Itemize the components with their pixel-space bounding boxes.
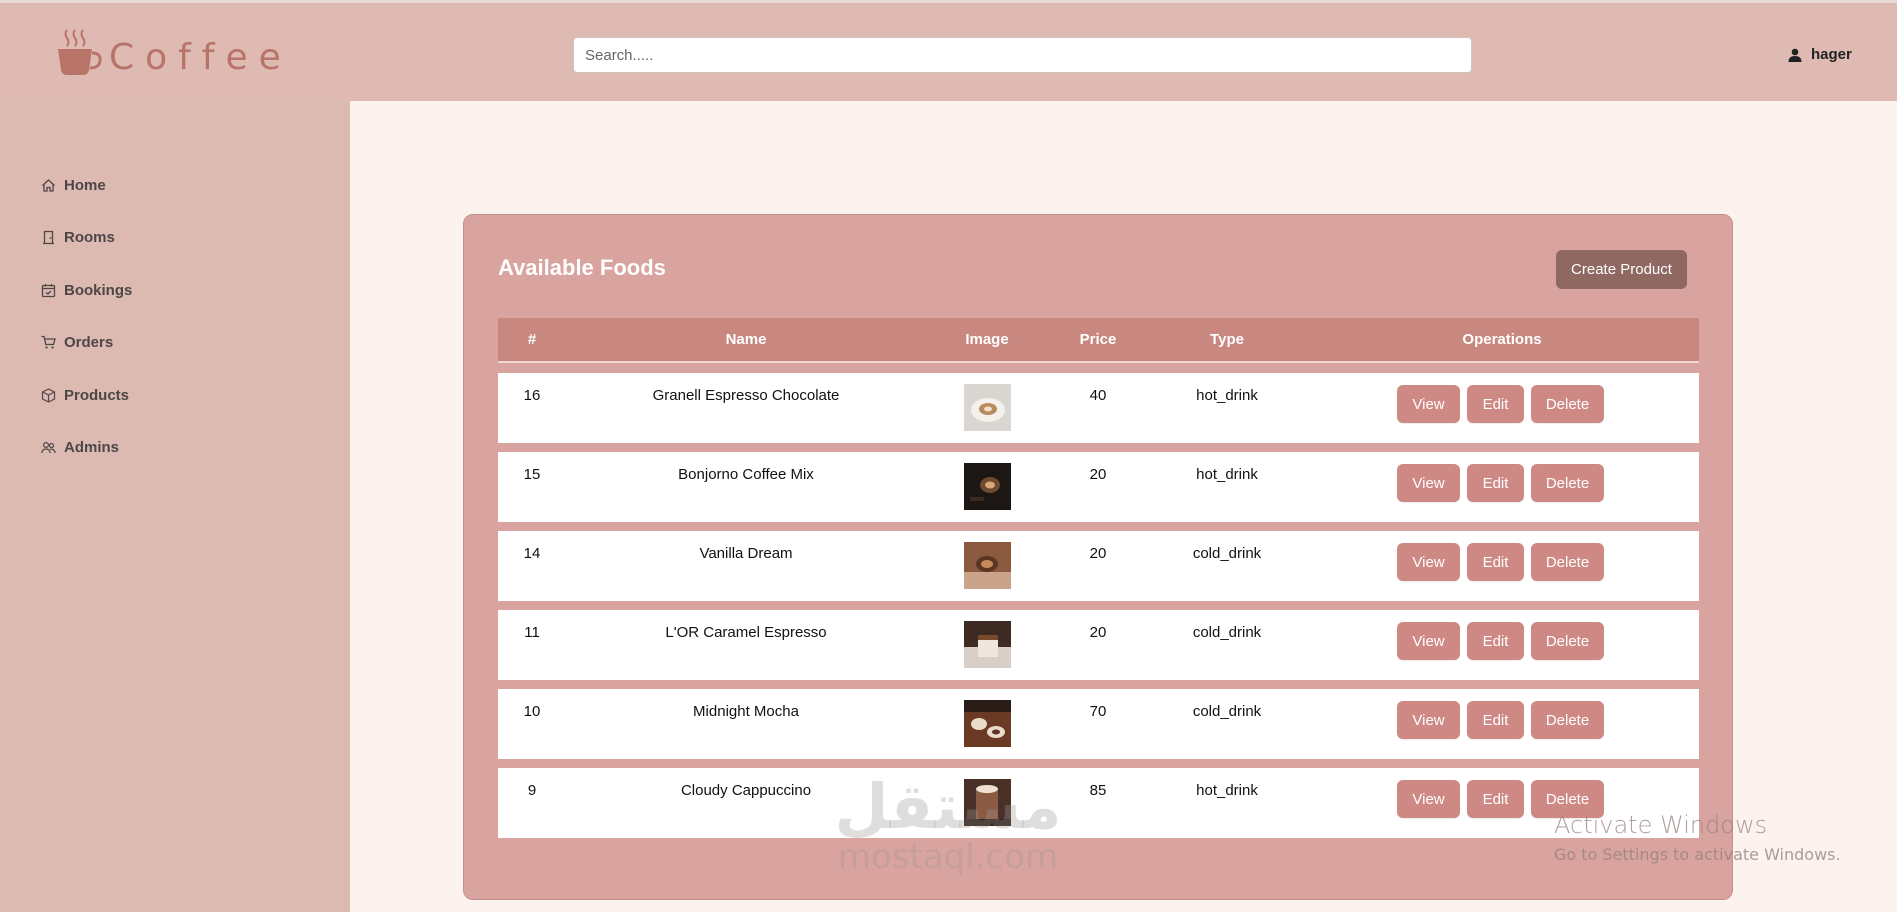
row-type: cold_drink xyxy=(1192,624,1262,641)
sidebar-item-label: Admins xyxy=(64,439,120,456)
caramel-dessert-photo xyxy=(964,621,1011,668)
row-type: hot_drink xyxy=(1196,782,1258,799)
table-row: 9 Cloudy Cappuccino View Edit Delete 85 … xyxy=(498,768,1699,838)
sidebar-item-label: Rooms xyxy=(64,229,115,246)
top-bar: Coffee hager xyxy=(0,0,1897,101)
espresso-dark-photo xyxy=(964,463,1011,510)
sidebar-item-bookings[interactable]: Bookings xyxy=(41,282,132,299)
edit-button[interactable]: Edit xyxy=(1467,780,1524,818)
table-header: # Name Image Price Type Operations xyxy=(498,318,1699,363)
sidebar-item-label: Products xyxy=(64,387,130,404)
door-icon xyxy=(43,230,54,245)
users-icon xyxy=(41,441,56,454)
row-id: 15 xyxy=(523,466,541,483)
available-foods-panel: Available Foods Create Product # Name Im… xyxy=(463,214,1733,900)
row-price: 70 xyxy=(1089,703,1107,720)
user-menu[interactable]: hager xyxy=(1788,46,1852,63)
table-row: 15 Bonjorno Coffee Mix View Edit Delete … xyxy=(498,452,1699,522)
latte-art-cup-photo xyxy=(964,384,1011,431)
sidebar-item-rooms[interactable]: Rooms xyxy=(41,229,115,246)
row-id: 9 xyxy=(527,782,537,799)
row-type: cold_drink xyxy=(1192,703,1262,720)
table-row: 11 L'OR Caramel Espresso View Edit Delet… xyxy=(498,610,1699,680)
view-button[interactable]: View xyxy=(1397,385,1460,423)
edit-button[interactable]: Edit xyxy=(1467,464,1524,502)
row-price: 20 xyxy=(1089,624,1107,641)
row-price: 85 xyxy=(1089,782,1107,799)
view-button[interactable]: View xyxy=(1397,464,1460,502)
row-name: Cloudy Cappuccino xyxy=(680,782,812,799)
row-price: 20 xyxy=(1089,466,1107,483)
column-header-operations: Operations xyxy=(1462,331,1542,348)
coffee-wood-photo xyxy=(964,542,1011,589)
sidebar-item-products[interactable]: Products xyxy=(41,387,129,404)
create-product-button[interactable]: Create Product xyxy=(1556,250,1687,289)
mocha-table-photo xyxy=(964,700,1011,747)
sidebar-item-label: Home xyxy=(64,177,106,194)
edit-button[interactable]: Edit xyxy=(1467,622,1524,660)
coffee-cup-icon xyxy=(58,28,102,75)
edit-button[interactable]: Edit xyxy=(1467,543,1524,581)
column-header-id: # xyxy=(527,331,537,348)
row-id: 11 xyxy=(524,624,540,641)
column-header-name: Name xyxy=(725,331,767,348)
box-icon xyxy=(41,388,56,403)
row-name: L'OR Caramel Espresso xyxy=(665,624,827,641)
table-row: 14 Vanilla Dream View Edit Delete 20 col… xyxy=(498,531,1699,601)
delete-button[interactable]: Delete xyxy=(1531,385,1604,423)
table-row: 16 Granell Espresso Chocolate View Edit … xyxy=(498,373,1699,443)
view-button[interactable]: View xyxy=(1397,780,1460,818)
delete-button[interactable]: Delete xyxy=(1531,701,1604,739)
row-price: 20 xyxy=(1089,545,1107,562)
user-icon xyxy=(1788,48,1802,62)
cappuccino-photo xyxy=(964,779,1011,826)
row-type: cold_drink xyxy=(1192,545,1262,562)
sidebar-item-label: Orders xyxy=(64,334,114,351)
sidebar-item-admins[interactable]: Admins xyxy=(41,439,119,456)
row-id: 14 xyxy=(523,545,541,562)
edit-button[interactable]: Edit xyxy=(1467,701,1524,739)
table-row: 10 Midnight Mocha View Edit Delete 70 co… xyxy=(498,689,1699,759)
sidebar-item-home[interactable]: Home xyxy=(41,177,106,194)
sidebar: Home Rooms Bookings Orders Products Admi… xyxy=(0,101,350,912)
search-input[interactable] xyxy=(573,37,1472,73)
view-button[interactable]: View xyxy=(1397,543,1460,581)
sidebar-item-label: Bookings xyxy=(64,282,133,299)
sidebar-item-orders[interactable]: Orders xyxy=(41,334,113,351)
delete-button[interactable]: Delete xyxy=(1531,780,1604,818)
row-name: Bonjorno Coffee Mix xyxy=(678,466,814,483)
user-name: hager xyxy=(1811,46,1852,63)
brand-logo[interactable]: Coffee xyxy=(55,25,292,78)
row-price: 40 xyxy=(1089,387,1107,404)
row-id: 10 xyxy=(523,703,541,720)
row-name: Vanilla Dream xyxy=(699,545,793,562)
edit-button[interactable]: Edit xyxy=(1467,385,1524,423)
delete-button[interactable]: Delete xyxy=(1531,622,1604,660)
column-header-price: Price xyxy=(1079,331,1117,348)
home-icon xyxy=(42,179,55,192)
cart-icon xyxy=(41,335,56,349)
calendar-check-icon xyxy=(41,284,56,298)
row-id: 16 xyxy=(523,387,541,404)
row-type: hot_drink xyxy=(1196,387,1258,404)
row-name: Midnight Mocha xyxy=(693,703,799,720)
delete-button[interactable]: Delete xyxy=(1531,464,1604,502)
view-button[interactable]: View xyxy=(1397,701,1460,739)
column-header-image: Image xyxy=(965,331,1009,348)
column-header-type: Type xyxy=(1210,331,1244,348)
panel-title: Available Foods xyxy=(498,255,666,280)
row-type: hot_drink xyxy=(1196,466,1258,483)
view-button[interactable]: View xyxy=(1397,622,1460,660)
row-name: Granell Espresso Chocolate xyxy=(652,387,840,404)
brand-name: Coffee xyxy=(109,37,292,78)
delete-button[interactable]: Delete xyxy=(1531,543,1604,581)
